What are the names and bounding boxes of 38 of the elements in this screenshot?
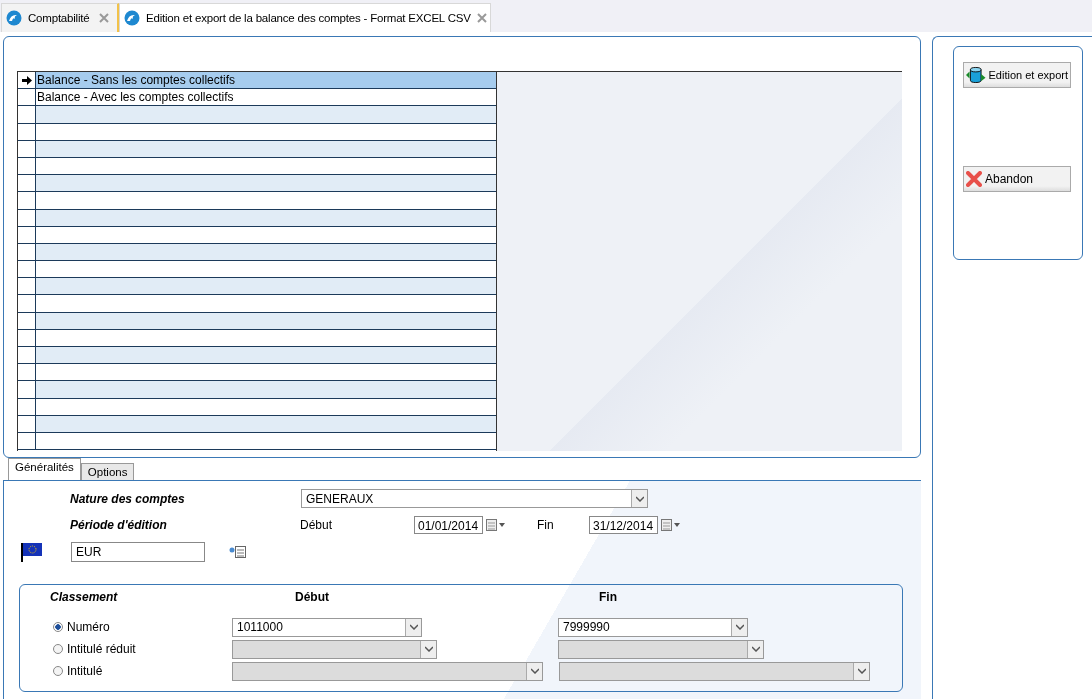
- close-icon[interactable]: [99, 13, 109, 23]
- form-tab[interactable]: Options: [80, 463, 135, 480]
- calendar-icon[interactable]: [486, 519, 506, 531]
- form-tab[interactable]: Généralités: [8, 458, 81, 480]
- action-button[interactable]: Edition et export: [963, 62, 1071, 88]
- group-title: Classement: [50, 590, 119, 604]
- tab-label: Comptabilité: [28, 12, 91, 24]
- field-label: Début: [300, 518, 334, 532]
- range-start-dropdown[interactable]: 1011000: [232, 617, 422, 637]
- range-end-dropdown[interactable]: 7999990: [558, 617, 748, 637]
- field-label: Fin: [537, 518, 555, 532]
- field-label: Nature des comptes: [70, 491, 186, 506]
- radio-button[interactable]: [53, 622, 63, 632]
- list-lookup-icon[interactable]: [229, 545, 247, 559]
- database-arrows-icon: [966, 66, 986, 84]
- row-pointer-icon: [21, 75, 32, 85]
- tab-label: Edition et export de la balance des comptes - Format EXCEL CSV: [146, 12, 471, 24]
- field-label: Période d'édition: [70, 518, 168, 532]
- document-tab[interactable]: Edition et export de la balance des comptes - Format EXCEL CSV: [119, 3, 491, 32]
- column-header: Fin: [599, 590, 617, 604]
- action-button[interactable]: Abandon: [963, 166, 1071, 192]
- flag-icon: [21, 542, 43, 562]
- document-tab[interactable]: Comptabilité: [1, 3, 119, 32]
- close-icon: [966, 171, 982, 187]
- list-item[interactable]: Balance - Sans les comptes collectifs: [36, 72, 496, 89]
- calendar-icon[interactable]: [661, 519, 681, 531]
- radio-label: Intitulé réduit: [67, 642, 136, 656]
- list-item[interactable]: Balance - Avec les comptes collectifs: [36, 89, 496, 106]
- date-field[interactable]: 01/01/2014: [414, 516, 483, 534]
- radio-label: Numéro: [67, 620, 110, 634]
- nature-dropdown[interactable]: GENERAUX: [301, 489, 648, 508]
- currency-field[interactable]: EUR: [71, 542, 205, 562]
- close-icon[interactable]: [476, 13, 487, 23]
- radio-label: Intitulé: [67, 664, 103, 678]
- wave-icon: [6, 10, 22, 26]
- wave-icon: [124, 10, 140, 26]
- column-header: Début: [295, 590, 329, 604]
- date-field[interactable]: 31/12/2014: [589, 516, 658, 534]
